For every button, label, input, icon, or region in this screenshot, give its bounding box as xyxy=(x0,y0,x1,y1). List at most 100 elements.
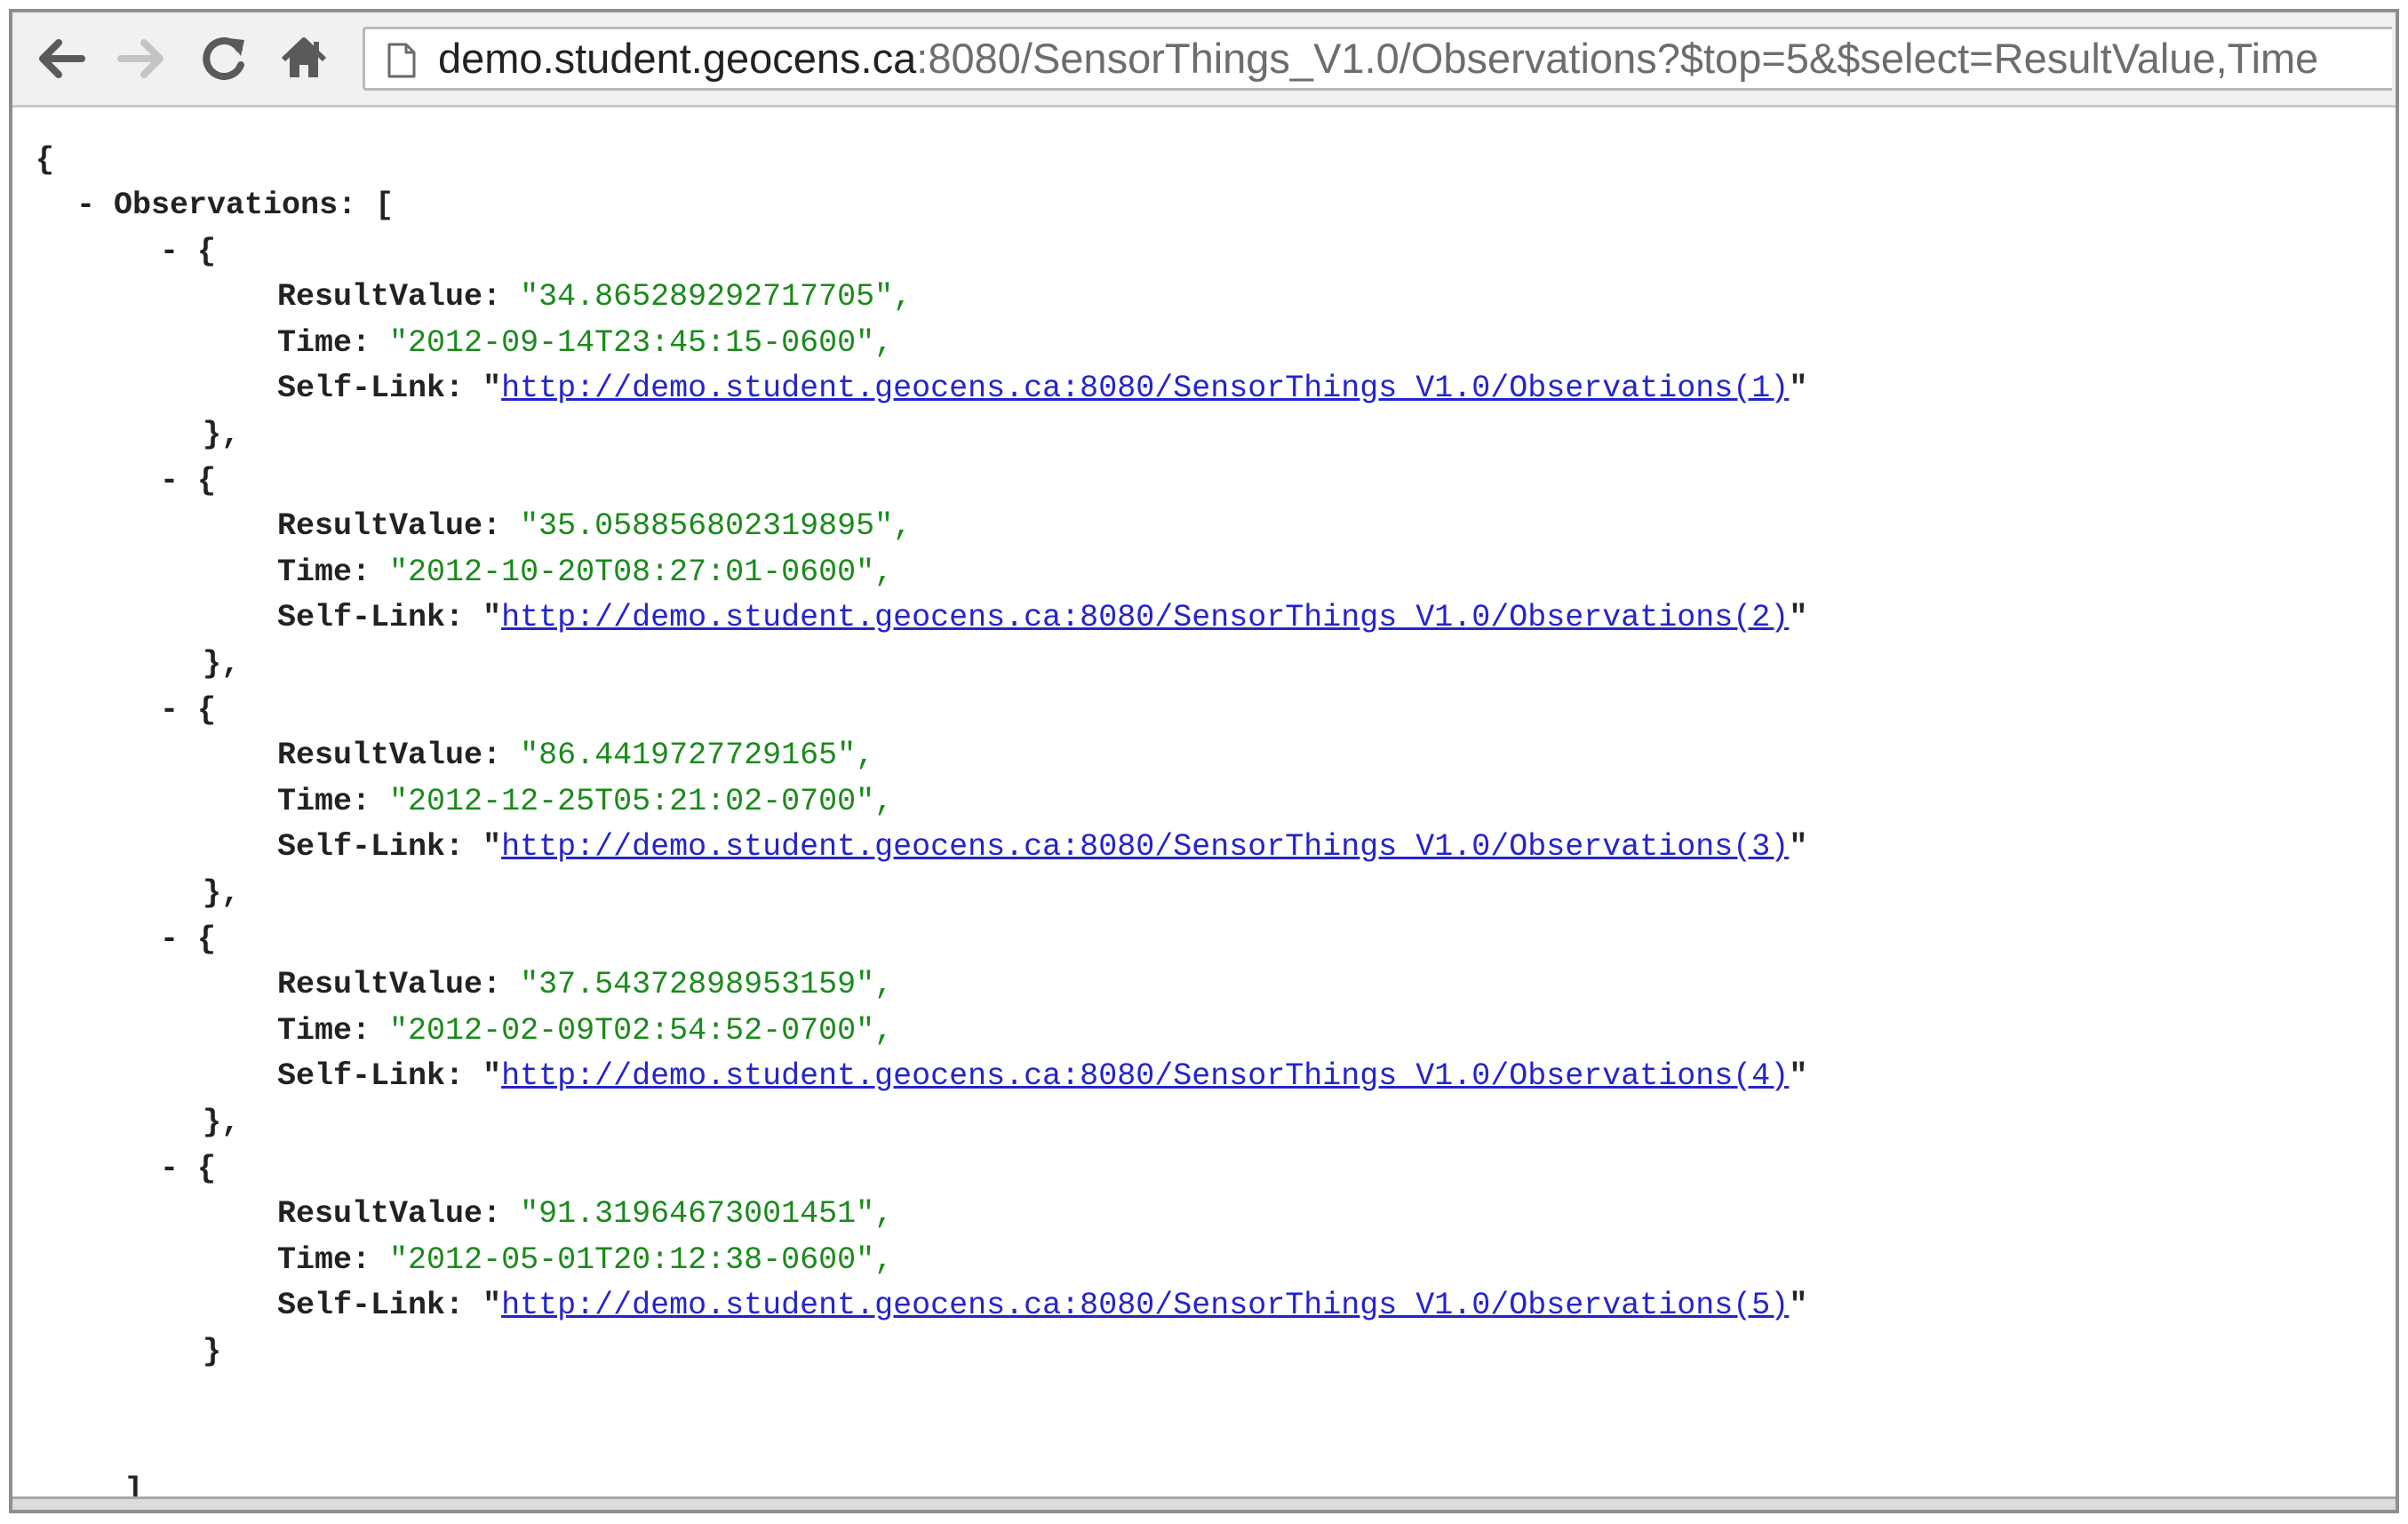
item-close-brace: }, xyxy=(203,417,241,452)
forward-arrow-icon xyxy=(117,39,163,78)
item-open-brace: { xyxy=(197,922,217,957)
observation-close: }, xyxy=(203,641,240,687)
result-value: "91.31964673001451", xyxy=(520,1196,894,1232)
time-key: Time: xyxy=(277,1242,371,1278)
time-key: Time: xyxy=(277,784,371,819)
observation-time-row: Time: "2012-09-14T23:45:15-0600", xyxy=(277,320,893,366)
time-key: Time: xyxy=(277,1013,371,1049)
observation-self-link-row: Self-Link: "http://demo.student.geocens.… xyxy=(277,1282,1807,1329)
observation-self-link-row: Self-Link: "http://demo.student.geocens.… xyxy=(277,365,1807,411)
observations-open-bracket: [ xyxy=(375,188,395,223)
quote-open: " xyxy=(482,1058,502,1094)
observation-open: - { xyxy=(160,228,216,275)
result-value: "37.54372898953159", xyxy=(520,967,894,1002)
time-value: "2012-02-09T02:54:52-0700", xyxy=(389,1013,894,1049)
home-button[interactable] xyxy=(268,25,339,92)
result-value: "35.058856802319895", xyxy=(520,508,913,544)
observation-result-value-row: ResultValue: "37.54372898953159", xyxy=(277,961,893,1008)
observation-result-value-row: ResultValue: "34.865289292717705", xyxy=(277,274,912,320)
observation-self-link-row: Self-Link: "http://demo.student.geocens.… xyxy=(277,824,1807,870)
back-button[interactable] xyxy=(25,25,96,92)
observation-time-row: Time: "2012-02-09T02:54:52-0700", xyxy=(277,1008,893,1054)
item-close-brace: } xyxy=(203,1334,222,1369)
quote-open: " xyxy=(482,829,502,865)
observation-time-row: Time: "2012-10-20T08:27:01-0600", xyxy=(277,549,893,595)
time-value: "2012-12-25T05:21:02-0700", xyxy=(389,784,894,819)
url-text[interactable]: demo.student.geocens.ca:8080/SensorThing… xyxy=(438,29,2318,88)
quote-close: " xyxy=(1789,829,1808,865)
observations-close-bracket: ] xyxy=(124,1472,144,1499)
result-value: "34.865289292717705", xyxy=(520,279,913,315)
url-host: demo.student.geocens.ca xyxy=(438,35,917,82)
self-link-key: Self-Link: xyxy=(277,1288,465,1323)
self-link-key: Self-Link: xyxy=(277,600,465,635)
item-open-brace: { xyxy=(197,463,217,499)
page-content: { - Observations: [ - { ResultValue: "34.… xyxy=(12,108,2396,1499)
quote-close: " xyxy=(1789,1288,1808,1323)
observations-collapse-toggle[interactable]: - xyxy=(76,188,95,223)
quote-close: " xyxy=(1789,600,1808,635)
root-open-brace: { xyxy=(36,142,55,178)
time-key: Time: xyxy=(277,325,371,361)
item-collapse-toggle[interactable]: - xyxy=(160,692,179,728)
observation-close: }, xyxy=(203,411,240,458)
observation-open: - { xyxy=(160,687,216,733)
observation-self-link-row: Self-Link: "http://demo.student.geocens.… xyxy=(277,1053,1807,1099)
reload-icon xyxy=(203,37,244,80)
result-value-key: ResultValue: xyxy=(277,1196,502,1232)
self-link-key: Self-Link: xyxy=(277,371,465,406)
self-link-url[interactable]: http://demo.student.geocens.ca:8080/Sens… xyxy=(501,829,1789,865)
item-open-brace: { xyxy=(197,1151,217,1186)
item-close-brace: }, xyxy=(203,1105,241,1140)
item-close-brace: }, xyxy=(203,646,241,682)
time-value: "2012-05-01T20:12:38-0600", xyxy=(389,1242,894,1278)
self-link-key: Self-Link: xyxy=(277,1058,465,1094)
item-collapse-toggle[interactable]: - xyxy=(160,1151,179,1186)
self-link-url[interactable]: http://demo.student.geocens.ca:8080/Sens… xyxy=(501,1288,1789,1323)
observation-close: }, xyxy=(203,870,240,916)
self-link-url[interactable]: http://demo.student.geocens.ca:8080/Sens… xyxy=(501,1058,1789,1094)
item-open-brace: { xyxy=(197,234,217,269)
observation-open: - { xyxy=(160,458,216,504)
url-path: :8080/SensorThings_V1.0/Observations?$to… xyxy=(916,35,2319,82)
result-value-key: ResultValue: xyxy=(277,508,502,544)
observations-close: ] xyxy=(124,1467,143,1499)
observation-self-link-row: Self-Link: "http://demo.student.geocens.… xyxy=(277,594,1807,641)
observation-time-row: Time: "2012-12-25T05:21:02-0700", xyxy=(277,778,893,825)
result-value-key: ResultValue: xyxy=(277,967,502,1002)
browser-toolbar: demo.student.geocens.ca:8080/SensorThing… xyxy=(12,12,2396,108)
observation-close: }, xyxy=(203,1099,240,1145)
quote-open: " xyxy=(482,371,502,406)
home-icon xyxy=(281,37,327,77)
observation-time-row: Time: "2012-05-01T20:12:38-0600", xyxy=(277,1237,893,1283)
page-icon xyxy=(387,43,416,78)
time-key: Time: xyxy=(277,555,371,590)
item-collapse-toggle[interactable]: - xyxy=(160,463,179,499)
window-bottom-edge xyxy=(12,1496,2396,1510)
item-open-brace: { xyxy=(197,692,217,728)
reload-button[interactable] xyxy=(188,25,259,92)
item-collapse-toggle[interactable]: - xyxy=(160,922,179,957)
json-root-open: { xyxy=(36,137,54,183)
forward-button[interactable] xyxy=(107,25,178,92)
item-collapse-toggle[interactable]: - xyxy=(160,234,179,269)
time-value: "2012-10-20T08:27:01-0600", xyxy=(389,555,894,590)
self-link-url[interactable]: http://demo.student.geocens.ca:8080/Sens… xyxy=(501,371,1789,406)
observation-result-value-row: ResultValue: "91.31964673001451", xyxy=(277,1191,893,1237)
quote-close: " xyxy=(1789,371,1808,406)
back-arrow-icon xyxy=(39,39,85,78)
browser-window: demo.student.geocens.ca:8080/SensorThing… xyxy=(9,9,2399,1513)
observation-result-value-row: ResultValue: "86.4419727729165", xyxy=(277,732,874,778)
quote-close: " xyxy=(1789,1058,1808,1094)
observation-open: - { xyxy=(160,916,216,962)
result-value-key: ResultValue: xyxy=(277,279,502,315)
observations-header: - Observations: [ xyxy=(76,182,394,228)
quote-open: " xyxy=(482,600,502,635)
observation-close: } xyxy=(203,1329,221,1375)
address-bar[interactable]: demo.student.geocens.ca:8080/SensorThing… xyxy=(363,27,2392,91)
observation-open: - { xyxy=(160,1145,216,1192)
observation-result-value-row: ResultValue: "35.058856802319895", xyxy=(277,503,912,549)
self-link-url[interactable]: http://demo.student.geocens.ca:8080/Sens… xyxy=(501,600,1789,635)
item-close-brace: }, xyxy=(203,875,241,911)
quote-open: " xyxy=(482,1288,502,1323)
